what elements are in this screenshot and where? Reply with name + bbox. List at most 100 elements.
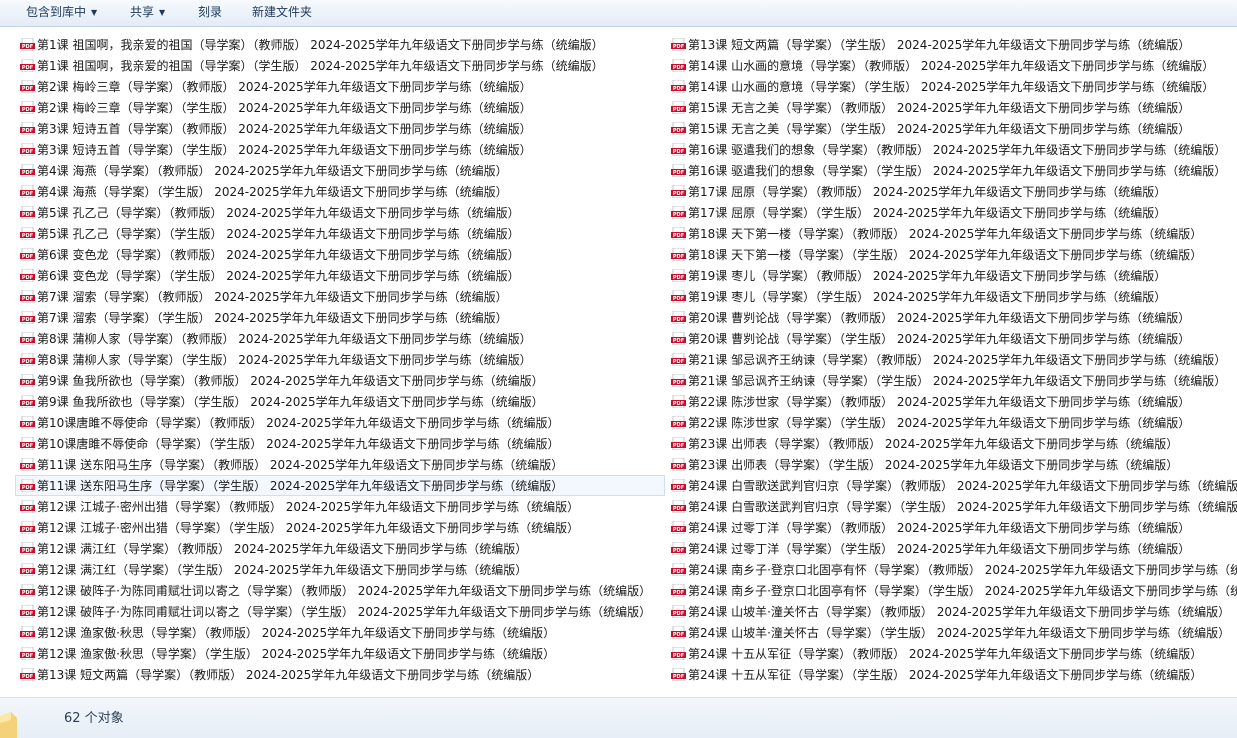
file-item[interactable]: PDF 第4课 海燕（导学案）（教师版） 2024-2025学年九年级语文下册同步… xyxy=(15,160,665,181)
chevron-down-icon: ▼ xyxy=(159,8,166,17)
file-item[interactable]: PDF 第11课 送东阳马生序（导学案）（教师版） 2024-2025学年九年级语… xyxy=(15,454,665,475)
pdf-icon: PDF xyxy=(20,416,35,429)
file-name: 第16课 驱遣我们的想象（导学案）（教师版） 2024-2025学年九年级语文下… xyxy=(688,143,1227,157)
file-item[interactable]: PDF 第18课 天下第一楼（导学案）（教师版） 2024-2025学年九年级语文… xyxy=(666,223,1237,244)
file-item[interactable]: PDF 第13课 短文两篇（导学案）（学生版） 2024-2025学年九年级语文下… xyxy=(666,34,1237,55)
file-item[interactable]: PDF 第8课 蒲柳人家（导学案）（学生版） 2024-2025学年九年级语文下册… xyxy=(15,349,665,370)
include-in-library-button[interactable]: 包含到库中 ▼ xyxy=(26,4,97,21)
file-item[interactable]: PDF 第22课 陈涉世家（导学案）（学生版） 2024-2025学年九年级语文下… xyxy=(666,412,1237,433)
file-item[interactable]: PDF 第2课 梅岭三章（导学案）（教师版） 2024-2025学年九年级语文下册… xyxy=(15,76,665,97)
file-item[interactable]: PDF 第24课 白雪歌送武判官归京（导学案）（教师版） 2024-2025学年九… xyxy=(666,475,1237,496)
file-item[interactable]: PDF 第20课 曹刿论战（导学案）（教师版） 2024-2025学年九年级语文下… xyxy=(666,307,1237,328)
file-list[interactable]: PDF 第1课 祖国啊，我亲爱的祖国（导学案）（教师版） 2024-2025学年九… xyxy=(0,27,1237,697)
file-item[interactable]: PDF 第19课 枣儿（导学案）（教师版） 2024-2025学年九年级语文下册同… xyxy=(666,265,1237,286)
file-item[interactable]: PDF 第24课 南乡子·登京口北固亭有怀（导学案）（教师版） 2024-2025… xyxy=(666,559,1237,580)
file-item[interactable]: PDF 第5课 孔乙己（导学案）（教师版） 2024-2025学年九年级语文下册同… xyxy=(15,202,665,223)
file-item[interactable]: PDF 第24课 南乡子·登京口北固亭有怀（导学案）（学生版） 2024-2025… xyxy=(666,580,1237,601)
folder-icon xyxy=(0,712,17,738)
file-item[interactable]: PDF 第12课 江城子·密州出猎（导学案）（学生版） 2024-2025学年九年… xyxy=(15,517,665,538)
file-item[interactable]: PDF 第1课 祖国啊，我亲爱的祖国（导学案）（教师版） 2024-2025学年九… xyxy=(15,34,665,55)
file-item[interactable]: PDF 第2课 梅岭三章（导学案）（学生版） 2024-2025学年九年级语文下册… xyxy=(15,97,665,118)
pdf-icon: PDF xyxy=(671,206,686,219)
svg-text:PDF: PDF xyxy=(673,611,684,617)
svg-text:PDF: PDF xyxy=(673,254,684,260)
file-item[interactable]: PDF 第24课 过零丁洋（导学案）（学生版） 2024-2025学年九年级语文下… xyxy=(666,538,1237,559)
file-item[interactable]: PDF 第24课 山坡羊·潼关怀古（导学案）（教师版） 2024-2025学年九年… xyxy=(666,601,1237,622)
file-name: 第12课 满江红（导学案）（教师版） 2024-2025学年九年级语文下册同步学… xyxy=(37,542,528,556)
share-button[interactable]: 共享 ▼ xyxy=(130,4,165,21)
file-item[interactable]: PDF 第6课 变色龙（导学案）（教师版） 2024-2025学年九年级语文下册同… xyxy=(15,244,665,265)
file-item[interactable]: PDF 第4课 海燕（导学案）（学生版） 2024-2025学年九年级语文下册同步… xyxy=(15,181,665,202)
file-item[interactable]: PDF 第9课 鱼我所欲也（导学案）（教师版） 2024-2025学年九年级语文下… xyxy=(15,370,665,391)
pdf-icon: PDF xyxy=(671,668,686,681)
pdf-icon: PDF xyxy=(671,80,686,93)
file-item[interactable]: PDF 第17课 屈原（导学案）（教师版） 2024-2025学年九年级语文下册同… xyxy=(666,181,1237,202)
file-item[interactable]: PDF 第23课 出师表（导学案）（教师版） 2024-2025学年九年级语文下册… xyxy=(666,433,1237,454)
file-name: 第18课 天下第一楼（导学案）（学生版） 2024-2025学年九年级语文下册同… xyxy=(688,248,1203,262)
burn-button[interactable]: 刻录 xyxy=(198,4,222,21)
file-item[interactable]: PDF 第17课 屈原（导学案）（学生版） 2024-2025学年九年级语文下册同… xyxy=(666,202,1237,223)
file-item[interactable]: PDF 第10课唐雎不辱使命（导学案）（教师版） 2024-2025学年九年级语文… xyxy=(15,412,665,433)
pdf-icon: PDF xyxy=(20,353,35,366)
file-name: 第11课 送东阳马生序（导学案）（学生版） 2024-2025学年九年级语文下册… xyxy=(37,479,564,493)
file-item[interactable]: PDF 第21课 邹忌讽齐王纳谏（导学案）（教师版） 2024-2025学年九年级… xyxy=(666,349,1237,370)
file-item[interactable]: PDF 第14课 山水画的意境（导学案）（学生版） 2024-2025学年九年级语… xyxy=(666,76,1237,97)
file-item[interactable]: PDF 第18课 天下第一楼（导学案）（学生版） 2024-2025学年九年级语文… xyxy=(666,244,1237,265)
file-item[interactable]: PDF 第15课 无言之美（导学案）（教师版） 2024-2025学年九年级语文下… xyxy=(666,97,1237,118)
file-item[interactable]: PDF 第10课唐雎不辱使命（导学案）（学生版） 2024-2025学年九年级语文… xyxy=(15,433,665,454)
file-item[interactable]: PDF 第12课 渔家傲·秋思（导学案）（学生版） 2024-2025学年九年级语… xyxy=(15,643,665,664)
file-item[interactable]: PDF 第23课 出师表（导学案）（学生版） 2024-2025学年九年级语文下册… xyxy=(666,454,1237,475)
file-item[interactable]: PDF 第6课 变色龙（导学案）（学生版） 2024-2025学年九年级语文下册同… xyxy=(15,265,665,286)
file-item[interactable]: PDF 第24课 山坡羊·潼关怀古（导学案）（学生版） 2024-2025学年九年… xyxy=(666,622,1237,643)
file-item[interactable]: PDF 第12课 破阵子·为陈同甫赋壮词以寄之（导学案）（学生版） 2024-20… xyxy=(15,601,665,622)
file-name: 第12课 江城子·密州出猎（导学案）（教师版） 2024-2025学年九年级语文… xyxy=(37,500,580,514)
pdf-icon: PDF xyxy=(671,101,686,114)
file-name: 第24课 过零丁洋（导学案）（教师版） 2024-2025学年九年级语文下册同步… xyxy=(688,521,1191,535)
file-item[interactable]: PDF 第1课 祖国啊，我亲爱的祖国（导学案）（学生版） 2024-2025学年九… xyxy=(15,55,665,76)
file-item[interactable]: PDF 第13课 短文两篇（导学案）（教师版） 2024-2025学年九年级语文下… xyxy=(15,664,665,685)
file-item[interactable]: PDF 第9课 鱼我所欲也（导学案）（学生版） 2024-2025学年九年级语文下… xyxy=(15,391,665,412)
file-item[interactable]: PDF 第12课 江城子·密州出猎（导学案）（教师版） 2024-2025学年九年… xyxy=(15,496,665,517)
file-item[interactable]: PDF 第3课 短诗五首（导学案）（教师版） 2024-2025学年九年级语文下册… xyxy=(15,118,665,139)
file-item[interactable]: PDF 第12课 渔家傲·秋思（导学案）（教师版） 2024-2025学年九年级语… xyxy=(15,622,665,643)
file-item[interactable]: PDF 第7课 溜索（导学案）（学生版） 2024-2025学年九年级语文下册同步… xyxy=(15,307,665,328)
file-item[interactable]: PDF 第14课 山水画的意境（导学案）（教师版） 2024-2025学年九年级语… xyxy=(666,55,1237,76)
file-item[interactable]: PDF 第21课 邹忌讽齐王纳谏（导学案）（学生版） 2024-2025学年九年级… xyxy=(666,370,1237,391)
pdf-icon: PDF xyxy=(20,584,35,597)
pdf-icon: PDF xyxy=(20,605,35,618)
file-item[interactable]: PDF 第12课 满江红（导学案）（学生版） 2024-2025学年九年级语文下册… xyxy=(15,559,665,580)
file-item[interactable]: PDF 第12课 满江红（导学案）（教师版） 2024-2025学年九年级语文下册… xyxy=(15,538,665,559)
file-item[interactable]: PDF 第24课 十五从军征（导学案）（教师版） 2024-2025学年九年级语文… xyxy=(666,643,1237,664)
file-name: 第4课 海燕（导学案）（教师版） 2024-2025学年九年级语文下册同步学与练… xyxy=(37,164,508,178)
file-item[interactable]: PDF 第5课 孔乙己（导学案）（学生版） 2024-2025学年九年级语文下册同… xyxy=(15,223,665,244)
pdf-icon: PDF xyxy=(20,668,35,681)
new-folder-button[interactable]: 新建文件夹 xyxy=(252,4,312,21)
svg-text:PDF: PDF xyxy=(673,401,684,407)
file-item[interactable]: PDF 第22课 陈涉世家（导学案）（教师版） 2024-2025学年九年级语文下… xyxy=(666,391,1237,412)
file-item[interactable]: PDF 第3课 短诗五首（导学案）（学生版） 2024-2025学年九年级语文下册… xyxy=(15,139,665,160)
file-name: 第20课 曹刿论战（导学案）（学生版） 2024-2025学年九年级语文下册同步… xyxy=(688,332,1191,346)
file-item[interactable]: PDF 第7课 溜索（导学案）（教师版） 2024-2025学年九年级语文下册同步… xyxy=(15,286,665,307)
pdf-icon: PDF xyxy=(671,227,686,240)
file-name: 第3课 短诗五首（导学案）（教师版） 2024-2025学年九年级语文下册同步学… xyxy=(37,122,532,136)
svg-text:PDF: PDF xyxy=(673,590,684,596)
pdf-icon: PDF xyxy=(20,563,35,576)
file-item[interactable]: PDF 第24课 白雪歌送武判官归京（导学案）（学生版） 2024-2025学年九… xyxy=(666,496,1237,517)
file-name: 第24课 山坡羊·潼关怀古（导学案）（学生版） 2024-2025学年九年级语文… xyxy=(688,626,1231,640)
svg-text:PDF: PDF xyxy=(22,443,33,449)
pdf-icon: PDF xyxy=(671,542,686,555)
file-item[interactable]: PDF 第11课 送东阳马生序（导学案）（学生版） 2024-2025学年九年级语… xyxy=(15,475,665,496)
pdf-icon: PDF xyxy=(20,143,35,156)
file-item[interactable]: PDF 第24课 十五从军征（导学案）（学生版） 2024-2025学年九年级语文… xyxy=(666,664,1237,685)
file-name: 第24课 南乡子·登京口北固亭有怀（导学案）（学生版） 2024-2025学年九… xyxy=(688,584,1237,598)
file-item[interactable]: PDF 第16课 驱遣我们的想象（导学案）（教师版） 2024-2025学年九年级… xyxy=(666,139,1237,160)
include-in-library-label: 包含到库中 xyxy=(26,5,87,19)
file-item[interactable]: PDF 第8课 蒲柳人家（导学案）（教师版） 2024-2025学年九年级语文下册… xyxy=(15,328,665,349)
file-item[interactable]: PDF 第15课 无言之美（导学案）（学生版） 2024-2025学年九年级语文下… xyxy=(666,118,1237,139)
file-item[interactable]: PDF 第19课 枣儿（导学案）（学生版） 2024-2025学年九年级语文下册同… xyxy=(666,286,1237,307)
pdf-icon: PDF xyxy=(20,647,35,660)
file-item[interactable]: PDF 第24课 过零丁洋（导学案）（教师版） 2024-2025学年九年级语文下… xyxy=(666,517,1237,538)
file-item[interactable]: PDF 第12课 破阵子·为陈同甫赋壮词以寄之（导学案）（教师版） 2024-20… xyxy=(15,580,665,601)
file-item[interactable]: PDF 第20课 曹刿论战（导学案）（学生版） 2024-2025学年九年级语文下… xyxy=(666,328,1237,349)
file-item[interactable]: PDF 第16课 驱遣我们的想象（导学案）（学生版） 2024-2025学年九年级… xyxy=(666,160,1237,181)
